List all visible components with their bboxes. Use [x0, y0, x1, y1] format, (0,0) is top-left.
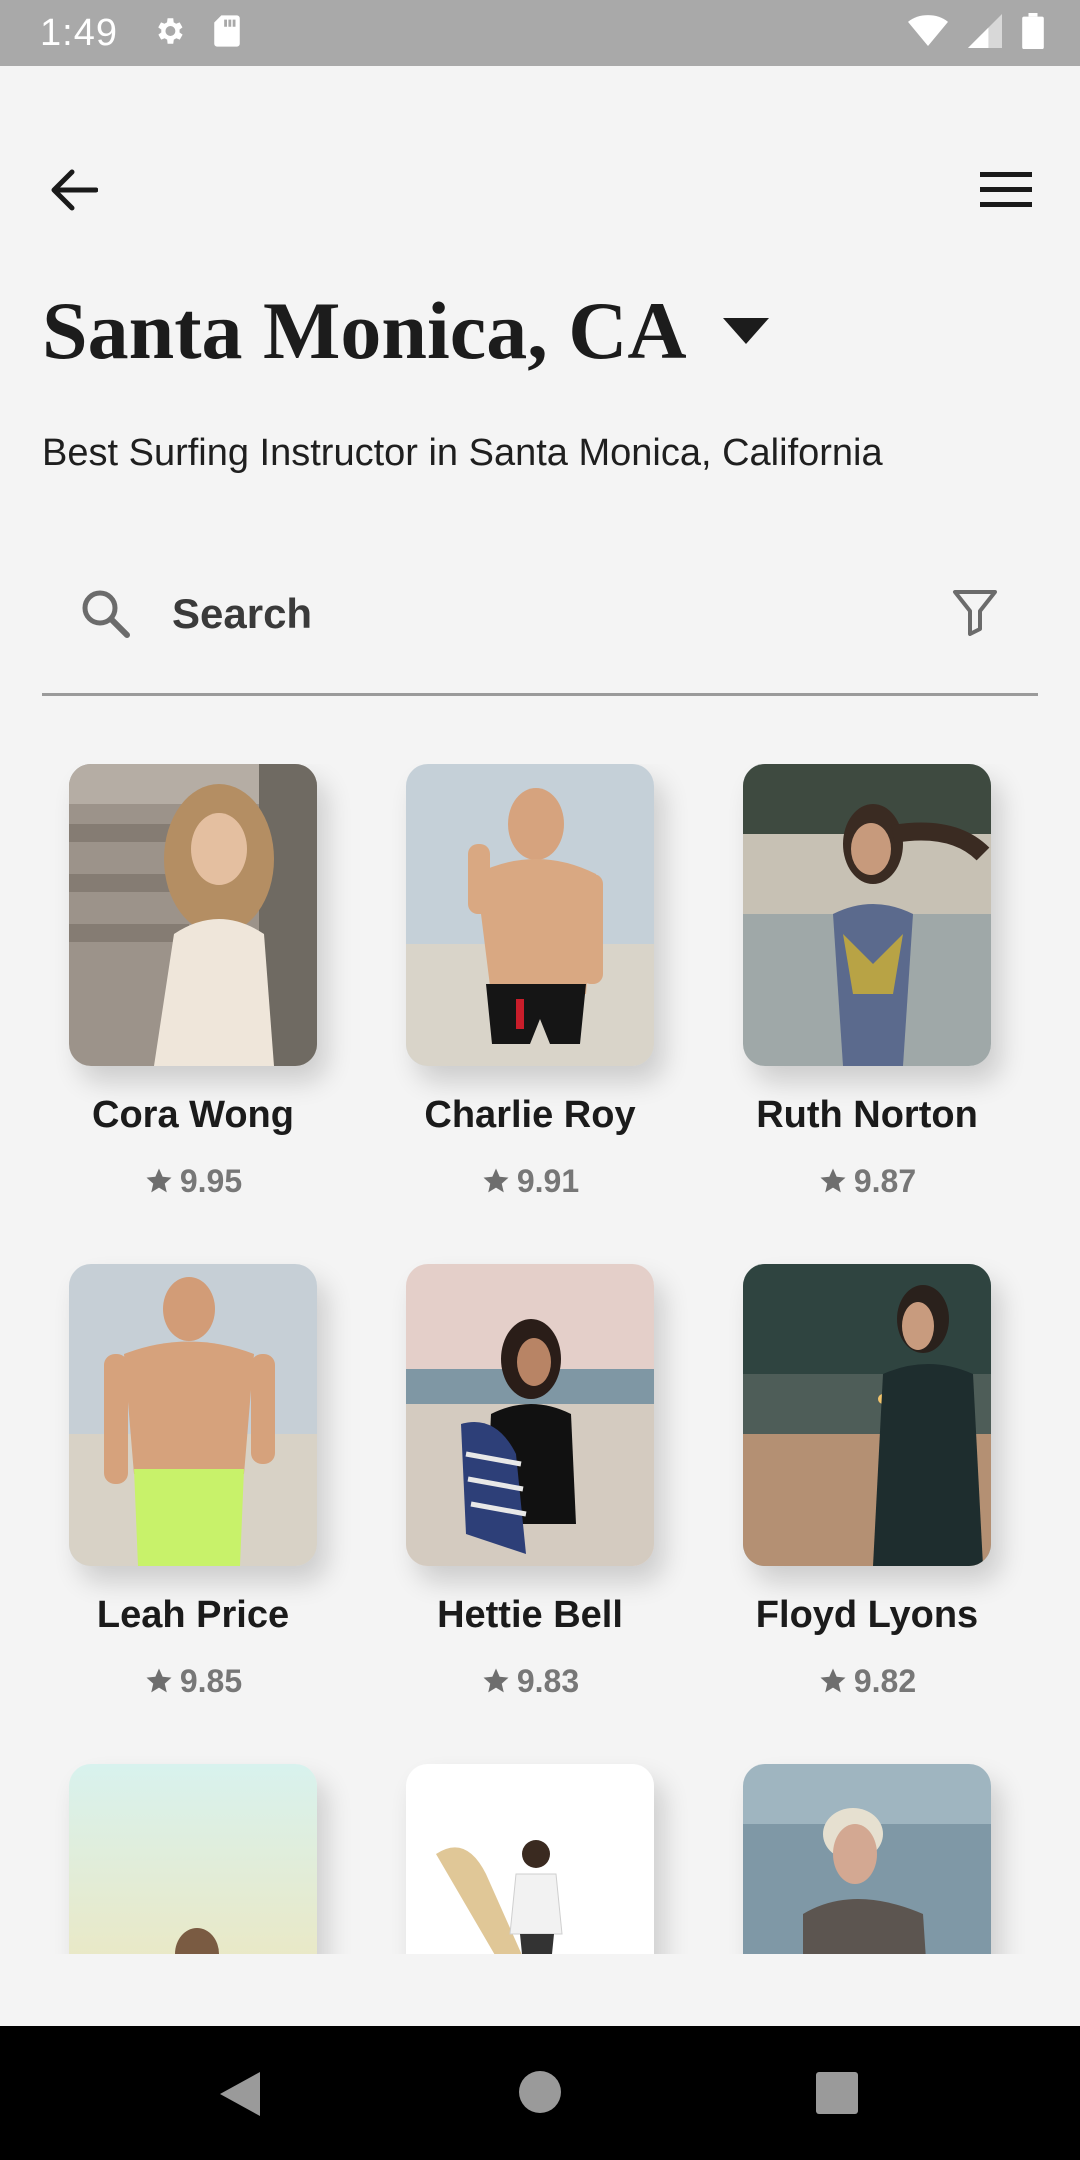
instructor-card[interactable]: [43, 1764, 343, 1954]
nav-home-icon[interactable]: [518, 2070, 562, 2119]
nav-back-icon[interactable]: [218, 2070, 262, 2123]
instructor-photo: [406, 764, 654, 1066]
hamburger-menu-icon: [980, 172, 1032, 207]
instructor-card[interactable]: Cora Wong 9.95: [43, 764, 343, 1200]
star-icon: [820, 1168, 846, 1192]
instructor-photo: [406, 1264, 654, 1566]
instructor-grid: Cora Wong 9.95 Charlie Roy 9.91 Ruth Nor…: [0, 764, 1080, 1954]
rating-value: 9.91: [516, 1163, 580, 1199]
instructor-name: Ruth Norton: [756, 1094, 978, 1136]
back-button[interactable]: [44, 160, 104, 220]
instructor-card[interactable]: Charlie Roy 9.91: [380, 764, 680, 1200]
nav-recents-icon[interactable]: [816, 2072, 858, 2119]
rating-value: 9.85: [179, 1663, 243, 1699]
search-bar: [42, 570, 1038, 696]
instructor-photo: [406, 1764, 654, 1954]
search-icon: [80, 588, 132, 645]
instructor-card[interactable]: Floyd Lyons 9.82: [717, 1264, 1017, 1700]
instructor-rating: 9.85: [43, 1663, 343, 1700]
star-icon: [146, 1168, 172, 1192]
instructor-photo: [69, 764, 317, 1066]
instructor-name: Floyd Lyons: [755, 1594, 979, 1636]
battery-icon: [1022, 12, 1044, 54]
menu-button[interactable]: [976, 160, 1036, 220]
instructor-name: Leah Price: [96, 1594, 290, 1636]
system-nav-bar: [0, 2026, 1080, 2160]
star-icon: [483, 1168, 509, 1192]
instructor-rating: 9.87: [717, 1163, 1017, 1200]
instructor-card[interactable]: Hettie Bell 9.83: [380, 1264, 680, 1700]
search-input[interactable]: [172, 584, 932, 644]
instructor-photo: [743, 764, 991, 1066]
instructor-photo: [743, 1764, 991, 1954]
status-bar: 1:49: [0, 0, 1080, 66]
instructor-rating: 9.95: [43, 1163, 343, 1200]
arrow-left-icon: [51, 169, 98, 211]
filter-icon[interactable]: [952, 588, 998, 641]
star-icon: [820, 1668, 846, 1692]
instructor-rating: 9.83: [380, 1663, 680, 1700]
page-title: Santa Monica, CA: [42, 285, 687, 376]
rating-value: 9.87: [853, 1163, 917, 1199]
star-icon: [483, 1668, 509, 1692]
instructor-card[interactable]: [717, 1764, 1017, 1954]
sd-card-icon: [212, 14, 242, 53]
rating-value: 9.95: [179, 1163, 243, 1199]
star-icon: [146, 1668, 172, 1692]
instructor-name: Hettie Bell: [437, 1594, 623, 1636]
status-time: 1:49: [40, 11, 118, 54]
instructor-card[interactable]: Ruth Norton 9.87: [717, 764, 1017, 1200]
caret-down-icon[interactable]: [722, 317, 769, 349]
rating-value: 9.82: [853, 1663, 917, 1699]
gear-icon: [152, 14, 186, 53]
rating-value: 9.83: [516, 1663, 580, 1699]
page-subtitle: Best Surfing Instructor in Santa Monica,…: [42, 432, 883, 474]
instructor-photo: [69, 1764, 317, 1954]
wifi-icon: [908, 14, 948, 53]
instructor-rating: 9.91: [380, 1163, 680, 1200]
instructor-card[interactable]: Leah Price 9.85: [43, 1264, 343, 1700]
signal-icon: [968, 13, 1002, 53]
instructor-rating: 9.82: [717, 1663, 1017, 1700]
location-selector[interactable]: Santa Monica, CA: [42, 290, 769, 372]
instructor-name: Charlie Roy: [424, 1094, 636, 1136]
instructor-photo: [69, 1264, 317, 1566]
instructor-name: Cora Wong: [92, 1094, 294, 1136]
instructor-photo: [743, 1264, 991, 1566]
instructor-card[interactable]: [380, 1764, 680, 1954]
